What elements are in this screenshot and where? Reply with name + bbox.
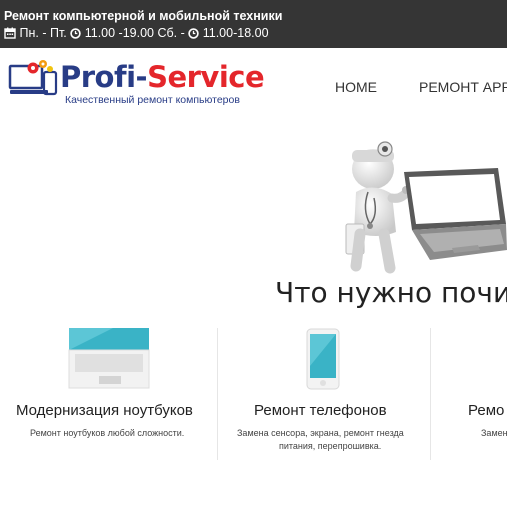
brand-name: Profi-Service (60, 60, 265, 94)
section-title: Что нужно почин (275, 276, 507, 309)
nav-link-home[interactable]: HOME (335, 79, 377, 95)
clock-icon (188, 28, 199, 39)
clock-icon (70, 28, 81, 39)
topbar-title: Ремонт компьютерной и мобильной техники (4, 9, 283, 23)
schedule-weekdays: Пн. - Пт. (19, 26, 67, 40)
top-info-bar: Ремонт компьютерной и мобильной техники … (0, 0, 507, 48)
service-card-phones[interactable]: Ремонт телефонов Замена сенсора, экрана,… (218, 328, 430, 460)
brand-slogan: Качественный ремонт компьютеров (65, 94, 240, 106)
service-description: Ремонт ноутбуков любой сложности. (30, 428, 185, 438)
brand-name-part1: Profi- (60, 60, 148, 94)
service-card-laptops[interactable]: Модернизация ноутбуков Ремонт ноутбуков … (0, 328, 217, 460)
smartphone-icon (306, 328, 340, 390)
nav-link-apple-repair[interactable]: РЕМОНТ APPL (419, 79, 507, 95)
calendar-icon (4, 27, 16, 39)
service-title: Ремо (468, 402, 505, 419)
service-card-third[interactable]: Ремо Замен (431, 328, 507, 460)
service-title: Модернизация ноутбуков (16, 402, 193, 419)
doctor-figure (345, 141, 413, 274)
site-logo[interactable]: Profi-Service Качественный ремонт компью… (8, 58, 268, 108)
devices-gears-icon (8, 60, 58, 96)
site-header: Profi-Service Качественный ремонт компью… (0, 48, 507, 120)
hours-weekdays: 11.00 -19.00 Сб. - (84, 26, 185, 40)
service-title: Ремонт телефонов (254, 402, 387, 419)
hours-saturday: 11.00-18.00 (202, 26, 269, 40)
service-description: Замен (481, 428, 507, 438)
brand-name-part2: Service (147, 60, 265, 94)
laptop-image (404, 168, 507, 260)
hero-illustration (345, 141, 507, 274)
service-description-line2: питания, перепрошивка. (279, 441, 382, 451)
laptop-icon (68, 328, 150, 389)
topbar-schedule: Пн. - Пт. 11.00 -19.00 Сб. - 11.00-18.00 (4, 26, 269, 40)
service-description: Замена сенсора, экрана, ремонт гнезда (237, 428, 404, 438)
